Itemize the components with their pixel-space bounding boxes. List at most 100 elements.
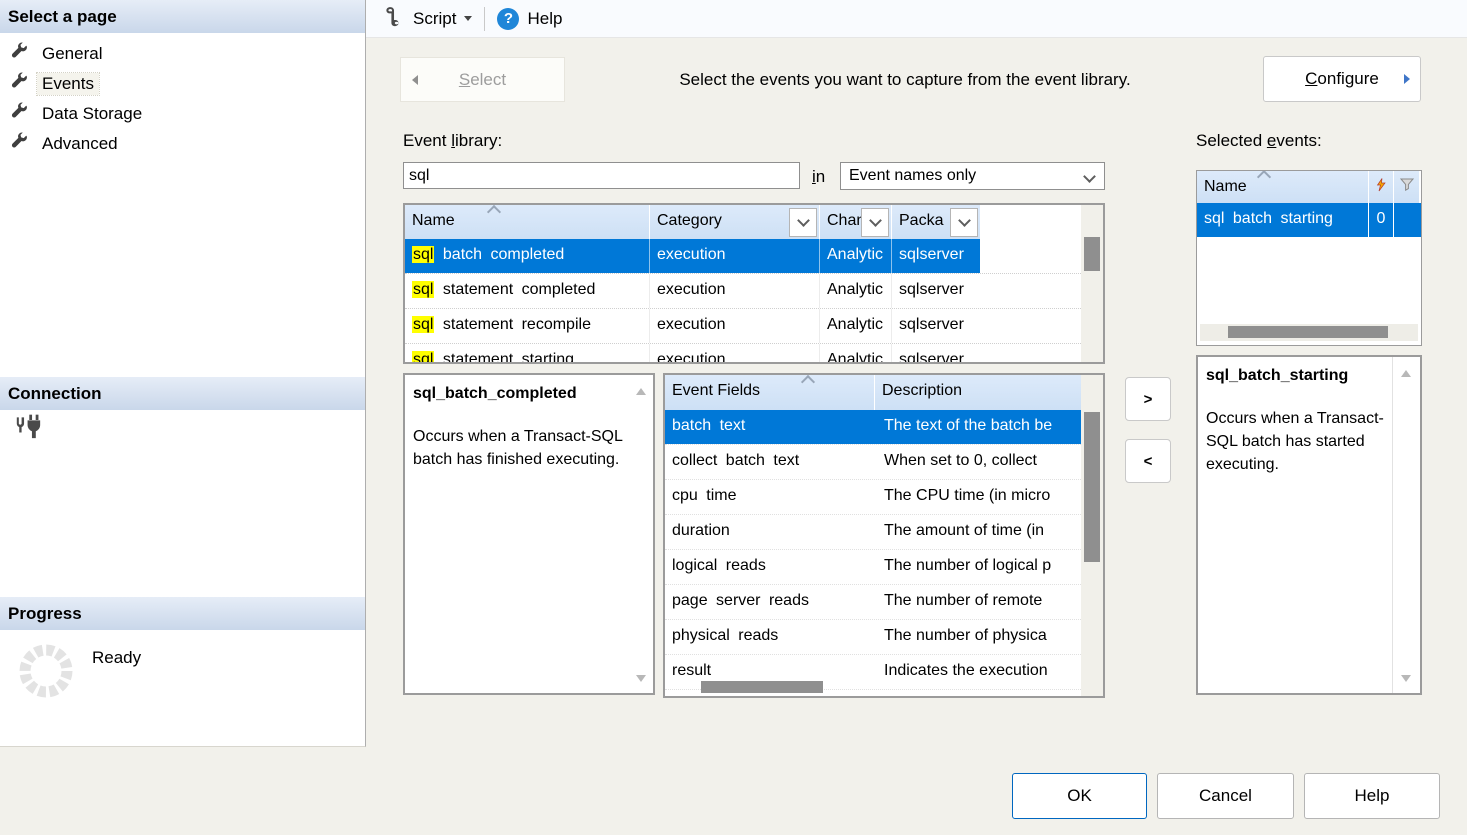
sidebar-item-general[interactable]: General	[0, 39, 365, 69]
progress-status: Ready	[92, 648, 141, 668]
channel-filter-dropdown[interactable]	[861, 208, 889, 237]
field-name-cell: collect batch text	[665, 445, 875, 479]
selected-event-description-pane: sql_batch_starting Occurs when a Transac…	[1196, 355, 1422, 695]
ok-button[interactable]: OK	[1012, 773, 1147, 819]
chevron-down-icon	[958, 214, 971, 227]
table-row[interactable]: duration The amount of time (in	[665, 515, 1081, 550]
table-row[interactable]: collect batch text When set to 0, collec…	[665, 445, 1081, 480]
scrollbar-thumb[interactable]	[1084, 412, 1100, 562]
table-row[interactable]: batch text The text of the batch be	[665, 410, 1081, 445]
event-name-cell: sql statement recompile	[405, 309, 650, 343]
column-header-channel[interactable]: Chan	[820, 205, 892, 239]
sidebar-item-advanced[interactable]: Advanced	[0, 129, 365, 159]
sort-ascending-icon	[801, 375, 815, 389]
column-header-name[interactable]: Name	[1197, 171, 1369, 203]
sidebar-item-label: Data Storage	[37, 103, 147, 125]
help-toolbar-button[interactable]: Help	[489, 4, 570, 34]
column-header-package[interactable]: Packa	[892, 205, 980, 239]
package-filter-dropdown[interactable]	[950, 208, 978, 237]
field-description-cell: When set to 0, collect	[875, 445, 1081, 479]
field-name-cell: page server reads	[665, 585, 875, 619]
selected-description-body: Occurs when a Transact-SQL batch has sta…	[1198, 385, 1420, 477]
search-scope-dropdown[interactable]: Event names only	[840, 162, 1105, 190]
column-header-name[interactable]: Name	[405, 205, 650, 239]
event-search-input[interactable]	[403, 162, 800, 189]
column-header-category[interactable]: Category	[650, 205, 820, 239]
table-row[interactable]: page server reads The number of remote	[665, 585, 1081, 620]
category-cell: execution	[650, 239, 820, 273]
sidebar-item-label: General	[37, 43, 107, 65]
scroll-down-icon[interactable]	[1401, 675, 1411, 682]
fields-grid-horizontal-scrollbar[interactable]	[665, 678, 1081, 696]
event-name-text: statement starting	[434, 351, 574, 364]
in-label: in	[812, 167, 825, 187]
event-fields-grid: Event Fields Description batch text The …	[663, 373, 1105, 698]
sort-ascending-icon	[1257, 170, 1271, 184]
event-name-text: statement completed	[434, 281, 595, 298]
category-cell: execution	[650, 274, 820, 308]
channel-cell: Analytic	[820, 274, 892, 308]
selected-description-title: sql_batch_starting	[1198, 357, 1420, 385]
scroll-up-icon[interactable]	[1401, 370, 1411, 377]
table-row[interactable]: sql statement completed execution Analyt…	[405, 274, 1081, 309]
sidebar: Select a page General Events Data Storag…	[0, 0, 366, 747]
progress-spinner-icon	[16, 641, 76, 701]
filter-funnel-icon	[1400, 178, 1414, 196]
scrollbar-thumb[interactable]	[701, 681, 823, 693]
event-description-body: Occurs when a Transact-SQL batch has fin…	[405, 403, 653, 471]
connection-header: Connection	[0, 377, 365, 410]
sidebar-item-label: Events	[37, 73, 99, 95]
table-row[interactable]: logical reads The number of logical p	[665, 550, 1081, 585]
column-header-actions[interactable]	[1369, 171, 1394, 203]
column-header-filter[interactable]	[1394, 171, 1419, 203]
search-match-highlight: sql	[412, 281, 434, 298]
search-match-highlight: sql	[412, 351, 434, 364]
table-row[interactable]: sql batch completed execution Analytic s…	[405, 239, 1081, 274]
selected-event-filter-cell	[1394, 203, 1418, 237]
table-row[interactable]: sql statement recompile execution Analyt…	[405, 309, 1081, 344]
field-description-cell: The number of physica	[875, 620, 1081, 654]
script-button-label: Script	[413, 9, 456, 29]
help-button[interactable]: Help	[1304, 773, 1440, 819]
toolbar: Script Help	[366, 0, 1467, 38]
event-name-text: statement recompile	[434, 316, 591, 333]
field-description-cell: The CPU time (in micro	[875, 480, 1081, 514]
scroll-up-icon[interactable]	[636, 388, 646, 395]
table-row[interactable]: sql batch starting 0	[1197, 203, 1421, 237]
remove-event-button[interactable]: <	[1125, 439, 1171, 483]
library-grid-vertical-scrollbar[interactable]	[1081, 205, 1103, 362]
scope-value: Event names only	[849, 167, 976, 185]
field-name-cell: logical reads	[665, 550, 875, 584]
table-row[interactable]: physical reads The number of physica	[665, 620, 1081, 655]
selected-grid-horizontal-scrollbar[interactable]	[1200, 324, 1418, 341]
sidebar-item-label: Advanced	[37, 133, 123, 155]
scrollbar-thumb[interactable]	[1228, 326, 1388, 338]
add-event-button[interactable]: >	[1125, 377, 1171, 421]
cancel-button[interactable]: Cancel	[1157, 773, 1294, 819]
sidebar-item-data-storage[interactable]: Data Storage	[0, 99, 365, 129]
column-header-event-fields[interactable]: Event Fields	[665, 375, 875, 410]
chevron-down-icon	[869, 214, 882, 227]
new-session-dialog: Select a page General Events Data Storag…	[0, 0, 1467, 835]
library-grid-header: Name Category Chan Packa	[405, 205, 1103, 239]
category-filter-dropdown[interactable]	[789, 208, 817, 237]
sidebar-item-events[interactable]: Events	[0, 69, 365, 99]
help-icon	[497, 8, 519, 30]
column-header-description[interactable]: Description	[875, 375, 1081, 410]
configure-button[interactable]: Configure	[1263, 56, 1421, 102]
search-match-highlight: sql	[412, 316, 434, 333]
category-cell: execution	[650, 309, 820, 343]
table-row[interactable]: cpu time The CPU time (in micro	[665, 480, 1081, 515]
event-description-title: sql_batch_completed	[405, 375, 653, 403]
field-description-cell: The number of remote	[875, 585, 1081, 619]
scroll-down-icon[interactable]	[636, 675, 646, 682]
description-scrollbar[interactable]	[1392, 357, 1420, 693]
event-name-text: batch completed	[434, 246, 564, 263]
scrollbar-thumb[interactable]	[1084, 237, 1100, 271]
table-row[interactable]: sql statement starting execution Analyti…	[405, 344, 1081, 364]
script-button[interactable]: Script	[374, 4, 480, 34]
wrench-icon	[10, 42, 30, 67]
channel-cell: Analytic	[820, 344, 892, 364]
fields-grid-vertical-scrollbar[interactable]	[1081, 375, 1103, 696]
wrench-icon	[10, 72, 30, 97]
